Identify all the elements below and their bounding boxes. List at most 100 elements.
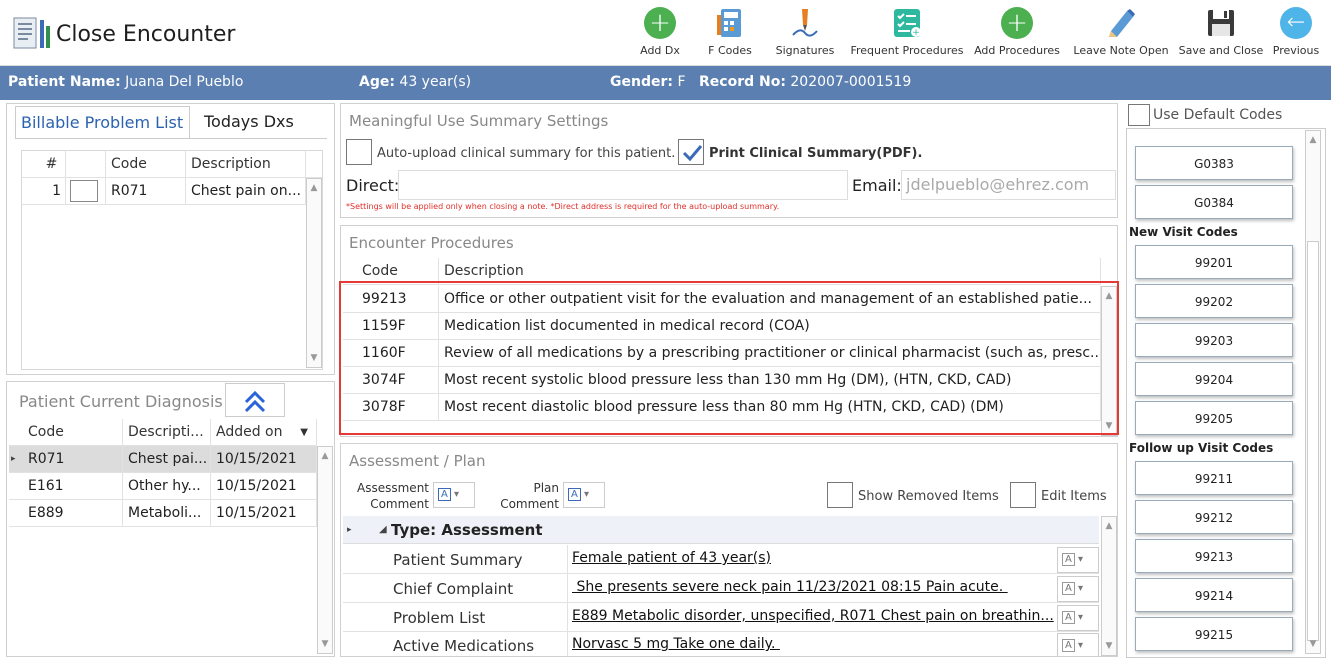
add-dx-button[interactable]: + Add Dx xyxy=(636,6,684,64)
code-button-g0384[interactable]: G0384 xyxy=(1135,185,1293,219)
code-button-99211[interactable]: 99211 xyxy=(1135,461,1293,495)
patient-info-bar: Patient Name: Juana Del Pueblo Age: 43 y… xyxy=(0,66,1331,100)
billable-scrollbar[interactable]: ▲ ▼ xyxy=(306,178,322,368)
row-pointer-icon: ▸ xyxy=(11,454,16,464)
previous-button[interactable]: ← Previous xyxy=(1270,6,1322,64)
add-procedures-button[interactable]: + Add Procedures xyxy=(972,6,1062,64)
tab-billable-problem-list[interactable]: Billable Problem List xyxy=(15,106,190,138)
billable-problem-panel: Billable Problem List Todays Dxs # Code … xyxy=(6,103,335,375)
plus-circle-icon: + xyxy=(1001,7,1033,39)
plus-circle-icon: + xyxy=(644,7,676,39)
code-button-99212[interactable]: 99212 xyxy=(1135,500,1293,534)
assessment-scrollbar[interactable]: ▲ ▼ xyxy=(1101,516,1117,656)
frequent-procedures-button[interactable]: + Frequent Procedures xyxy=(850,6,964,64)
current-diagnosis-header: Code Descripti... Added on ▼ xyxy=(9,419,317,446)
current-diagnosis-scrollbar[interactable]: ▲ ▼ xyxy=(317,446,333,654)
table-row[interactable]: 1160F Review of all medications by a pre… xyxy=(343,340,1101,367)
new-visit-codes-title: New Visit Codes xyxy=(1129,225,1238,239)
table-row[interactable]: Chief Complaint She presents severe neck… xyxy=(343,574,1099,603)
arrow-left-icon: ← xyxy=(1280,7,1312,39)
sort-dropdown-icon: ▼ xyxy=(300,427,308,438)
collapse-button[interactable] xyxy=(225,383,285,417)
table-row[interactable]: 3078F Most recent diastolic blood pressu… xyxy=(343,394,1101,421)
calculator-icon xyxy=(713,6,747,40)
row-format-button[interactable]: A ▾ xyxy=(1057,633,1099,656)
text-format-icon: A xyxy=(1062,639,1075,652)
code-button-g0383[interactable]: G0383 xyxy=(1135,146,1293,180)
procedures-scrollbar[interactable]: ▲ ▼ xyxy=(1101,286,1117,436)
use-default-codes-checkbox[interactable] xyxy=(1128,104,1150,126)
signatures-button[interactable]: Signatures xyxy=(775,6,835,64)
toolbar: Close Encounter + Add Dx F Codes Signatu… xyxy=(0,0,1331,66)
leave-note-open-button[interactable]: Leave Note Open xyxy=(1072,6,1170,64)
collapse-triangle-icon: ◢ xyxy=(379,524,387,535)
current-diagnosis-title: Patient Current Diagnosis xyxy=(19,392,223,411)
code-button-99214[interactable]: 99214 xyxy=(1135,578,1293,612)
plan-comment-label: Plan Comment xyxy=(500,481,559,511)
direct-address-input[interactable] xyxy=(398,170,848,200)
pencil-icon xyxy=(1104,6,1138,40)
code-button-99202[interactable]: 99202 xyxy=(1135,284,1293,318)
patient-record-number: Record No: 202007-0001519 xyxy=(699,74,912,90)
text-format-icon: A xyxy=(1062,553,1075,566)
page-title: Close Encounter xyxy=(56,22,236,47)
patient-age: Age: 43 year(s) xyxy=(359,74,472,90)
double-chevron-up-icon xyxy=(244,390,266,413)
plan-comment-button[interactable]: A ▾ xyxy=(563,482,605,508)
settings-note: *Settings will be applied only when clos… xyxy=(346,202,780,211)
print-summary-checkbox[interactable] xyxy=(678,139,704,165)
table-row[interactable]: Patient Summary Female patient of 43 yea… xyxy=(343,545,1099,574)
billable-grid-header: # Code Description xyxy=(22,151,322,178)
patient-name: Patient Name: Juana Del Pueblo xyxy=(8,74,244,90)
floppy-disk-icon xyxy=(1204,6,1238,40)
row-pointer-icon: ▸ xyxy=(347,525,352,535)
table-row[interactable]: 3074F Most recent systolic blood pressur… xyxy=(343,367,1101,394)
table-row[interactable]: 1 R071 Chest pain on... xyxy=(22,178,306,205)
show-removed-checkbox[interactable] xyxy=(827,482,853,508)
billable-grid: # Code Description 1 R071 Chest pain on.… xyxy=(21,150,323,370)
text-format-icon: A xyxy=(1062,611,1075,624)
follow-up-codes-title: Follow up Visit Codes xyxy=(1129,441,1274,455)
encounter-procedures-panel: Encounter Procedures Code Description 99… xyxy=(339,225,1119,437)
assessment-comment-button[interactable]: A ▾ xyxy=(433,482,475,508)
save-and-close-button[interactable]: Save and Close xyxy=(1178,6,1264,64)
table-row[interactable]: E161 Other hy... 10/15/2021 xyxy=(9,473,317,500)
code-button-99204[interactable]: 99204 xyxy=(1135,362,1293,396)
code-button-99201[interactable]: 99201 xyxy=(1135,245,1293,279)
assessment-plan-panel: Assessment / Plan Assessment Comment A ▾ … xyxy=(340,443,1118,657)
assessment-group-row[interactable]: ▸ ◢ Type: Assessment xyxy=(343,516,1099,544)
text-format-icon: A xyxy=(438,488,451,501)
patient-gender: Gender: F xyxy=(610,74,686,90)
checkmark-icon xyxy=(682,145,703,162)
table-row[interactable]: 1159F Medication list documented in medi… xyxy=(343,313,1101,340)
procedures-header: Code Description xyxy=(343,258,1101,285)
text-format-icon: A xyxy=(568,488,581,501)
tab-todays-dxs[interactable]: Todays Dxs xyxy=(192,106,327,138)
table-row[interactable]: E889 Metaboli... 10/15/2021 xyxy=(9,500,317,527)
code-button-99205[interactable]: 99205 xyxy=(1135,401,1293,435)
row-format-button[interactable]: A ▾ xyxy=(1057,547,1099,573)
table-row[interactable]: Problem List E889 Metabolic disorder, un… xyxy=(343,603,1099,632)
assessment-plan-title: Assessment / Plan xyxy=(349,452,486,470)
code-button-99203[interactable]: 99203 xyxy=(1135,323,1293,357)
assessment-comment-label: Assessment Comment xyxy=(357,481,429,511)
code-button-99213[interactable]: 99213 xyxy=(1135,539,1293,573)
row-format-button[interactable]: A ▾ xyxy=(1057,605,1099,631)
signature-pen-icon xyxy=(788,6,822,40)
scroll-thumb[interactable] xyxy=(1307,241,1319,641)
row-checkbox[interactable] xyxy=(70,180,98,202)
f-codes-button[interactable]: F Codes xyxy=(704,6,756,64)
checklist-icon: + xyxy=(890,6,924,40)
auto-upload-checkbox[interactable] xyxy=(346,139,372,165)
codes-scrollbar[interactable]: ▲ ▼ xyxy=(1305,130,1321,654)
email-input[interactable]: jdelpueblo@ehrez.com xyxy=(901,170,1116,200)
current-diagnosis-panel: Patient Current Diagnosis Code Descripti… xyxy=(6,381,335,657)
table-row[interactable]: 99213 Office or other outpatient visit f… xyxy=(343,286,1101,313)
edit-items-checkbox[interactable] xyxy=(1010,482,1036,508)
row-format-button[interactable]: A ▾ xyxy=(1057,576,1099,602)
text-format-icon: A xyxy=(1062,582,1075,595)
table-row[interactable]: Active Medications Norvasc 5 mg Take one… xyxy=(343,632,1099,656)
svg-text:+: + xyxy=(912,28,920,38)
table-row[interactable]: ▸ R071 Chest pai... 10/15/2021 xyxy=(9,446,317,473)
code-button-99215[interactable]: 99215 xyxy=(1135,617,1293,651)
